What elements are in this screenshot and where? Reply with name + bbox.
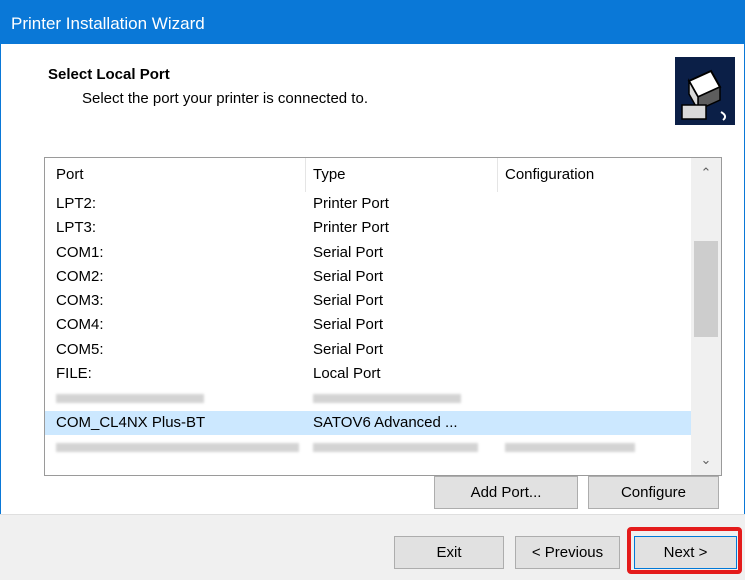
- window-titlebar: Printer Installation Wizard: [0, 0, 745, 44]
- column-divider[interactable]: [497, 158, 498, 192]
- table-row[interactable]: COM3: Serial Port: [45, 289, 691, 313]
- scroll-down-icon[interactable]: ⌄: [691, 445, 721, 475]
- port-list[interactable]: Port Type Configuration LPT2: Printer Po…: [44, 157, 722, 476]
- redacted-text: [56, 442, 299, 452]
- scrollbar-thumb[interactable]: [694, 241, 718, 337]
- port-cell: COM_CL4NX Plus-BT: [56, 413, 206, 431]
- table-row[interactable]: COM1: Serial Port: [45, 241, 691, 265]
- type-cell: SATOV6 Advanced ...: [313, 413, 458, 431]
- page-subheading: Select the port your printer is connecte…: [82, 90, 368, 107]
- type-cell: Printer Port: [313, 195, 389, 212]
- port-cell: COM2:: [56, 267, 104, 285]
- table-row[interactable]: COM2: Serial Port: [45, 265, 691, 289]
- port-cell: COM4:: [56, 316, 104, 334]
- add-port-button[interactable]: Add Port...: [434, 476, 578, 509]
- type-cell: Serial Port: [313, 243, 384, 261]
- type-cell: Serial Port: [313, 292, 384, 310]
- redacted-text: [313, 394, 461, 404]
- window-title: Printer Installation Wizard: [11, 14, 205, 33]
- type-cell: Serial Port: [313, 340, 384, 358]
- port-list-rows: LPT2: Printer Port LPT3: Printer Port CO…: [45, 192, 691, 459]
- type-cell: Local Port: [313, 365, 381, 383]
- port-cell: LPT3:: [56, 219, 97, 237]
- table-row[interactable]: COM4: Serial Port: [45, 313, 691, 337]
- port-cell: LPT2:: [56, 195, 97, 212]
- port-cell: COM1:: [56, 243, 104, 261]
- redacted-text: [505, 442, 635, 452]
- port-cell: FILE:: [56, 365, 92, 383]
- type-cell: Printer Port: [313, 219, 389, 237]
- wizard-page: Select Local Port Select the port your p…: [0, 44, 745, 514]
- redacted-text: [56, 394, 204, 404]
- table-row-redacted[interactable]: [45, 386, 691, 410]
- scroll-up-icon[interactable]: ⌃: [691, 158, 721, 188]
- vertical-scrollbar[interactable]: ⌃ ⌄: [691, 158, 721, 475]
- port-list-header: Port Type Configuration: [45, 158, 691, 192]
- type-cell: Serial Port: [313, 316, 384, 334]
- table-row[interactable]: LPT3: Printer Port: [45, 216, 691, 240]
- port-cell: COM5:: [56, 340, 104, 358]
- previous-button[interactable]: < Previous: [515, 536, 620, 569]
- exit-button[interactable]: Exit: [394, 536, 504, 569]
- configure-button[interactable]: Configure: [588, 476, 719, 509]
- printer-wizard-icon: [675, 57, 735, 125]
- redacted-text: [313, 442, 478, 452]
- table-row[interactable]: LPT2: Printer Port: [45, 192, 691, 216]
- column-header-port[interactable]: Port: [56, 166, 84, 183]
- table-row[interactable]: FILE: Local Port: [45, 362, 691, 386]
- column-header-configuration[interactable]: Configuration: [505, 166, 594, 183]
- table-row[interactable]: COM5: Serial Port: [45, 338, 691, 362]
- table-row-redacted[interactable]: [45, 435, 691, 459]
- port-cell: COM3:: [56, 292, 104, 310]
- table-row-selected[interactable]: COM_CL4NX Plus-BT SATOV6 Advanced ...: [45, 410, 691, 435]
- column-header-type[interactable]: Type: [313, 166, 346, 183]
- next-button-highlight: [627, 527, 742, 574]
- column-divider[interactable]: [305, 158, 306, 192]
- type-cell: Serial Port: [313, 267, 384, 285]
- page-heading: Select Local Port: [48, 66, 170, 83]
